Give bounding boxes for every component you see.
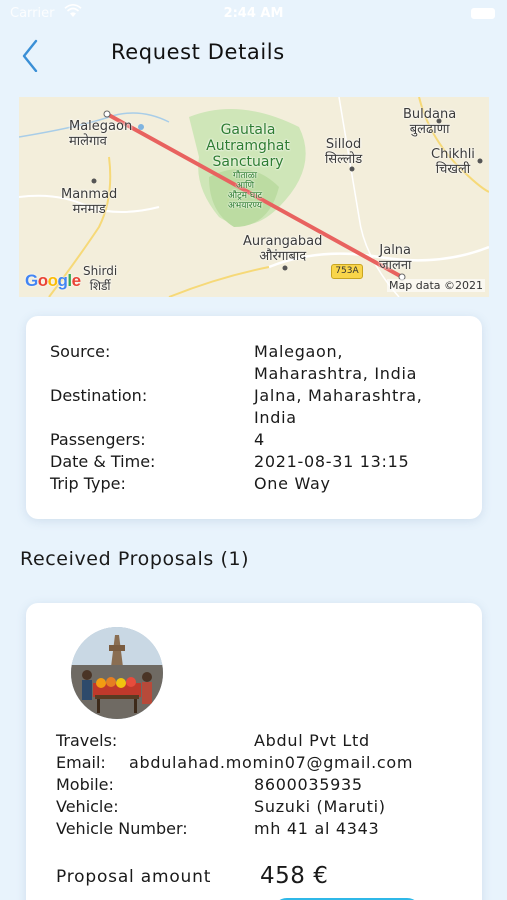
map-label-aurangabad: Aurangabad औरंगाबाद [243,234,323,264]
road-badge: 753A [331,264,363,279]
source-label: Source: [50,342,111,361]
received-proposals-title: Received Proposals (1) [20,548,250,570]
map-attribution: Map data ©2021 [387,279,485,292]
vehicle-number-label: Vehicle Number: [56,819,188,838]
datetime-label: Date & Time: [50,452,156,471]
passengers-value: 4 [254,430,265,449]
travels-value: Abdul Pvt Ltd [254,731,370,750]
trip-type-value: One Way [254,474,331,493]
vehicle-value: Suzuki (Maruti) [254,797,386,816]
datetime-value: 2021-08-31 13:15 [254,452,410,471]
map-label-buldana: Buldana बुलढाणा [403,107,457,137]
request-details-card: Source: Malegaon, Maharashtra, India Des… [26,316,482,519]
trip-type-label: Trip Type: [50,474,126,493]
map-label-jalna: Jalna जालना [379,243,412,273]
battery-icon [471,8,495,19]
avatar [71,627,163,719]
mobile-label: Mobile: [56,775,114,794]
proposal-amount-value: 458 € [260,863,329,889]
navigation-bar: Request Details [0,28,507,80]
proposal-card[interactable]: Travels: Abdul Pvt Ltd Email: abdulahad.… [26,603,482,900]
source-value-line2: Maharashtra, India [254,364,418,383]
map-label-shirdi: Shirdi शिर्डी [83,264,118,293]
map-label-gautala: Gautala Autramghat Sanctuary [206,122,290,170]
travels-label: Travels: [56,731,118,750]
source-value-line1: Malegaon, [254,342,344,361]
email-label: Email: [56,753,106,772]
status-time: 2:44 AM [223,6,284,21]
chevron-left-icon [22,39,38,73]
status-bar: Carrier 2:44 AM [0,0,507,28]
proposal-amount-label: Proposal amount [56,867,212,887]
email-value[interactable]: abdulahad.momin07@gmail.com [129,752,413,774]
route-map[interactable]: Malegaon मालेगाव Gautala Autramghat Sanct… [19,97,489,297]
vehicle-number-value: mh 41 al 4343 [254,819,380,838]
map-label-sillod: Sillod सिल्लोड [325,137,363,167]
map-label-malegaon: Malegaon मालेगाव [69,119,133,149]
destination-value-line1: Jalna, Maharashtra, [254,386,423,405]
vehicle-label: Vehicle: [56,797,119,816]
back-button[interactable] [14,32,50,73]
mobile-value[interactable]: 8600035935 [254,774,363,796]
page-title: Request Details [111,40,285,64]
map-label-chikhli: Chikhli चिखली [431,147,475,177]
destination-value-line2: India [254,408,297,427]
passengers-label: Passengers: [50,430,146,449]
destination-label: Destination: [50,386,148,405]
map-label-manmad: Manmad मनमाड [61,187,118,217]
google-logo: Google [25,271,81,290]
map-label-gautala-local: गौताळा आणि औट्रम घाट अभयारण्य [227,171,263,211]
